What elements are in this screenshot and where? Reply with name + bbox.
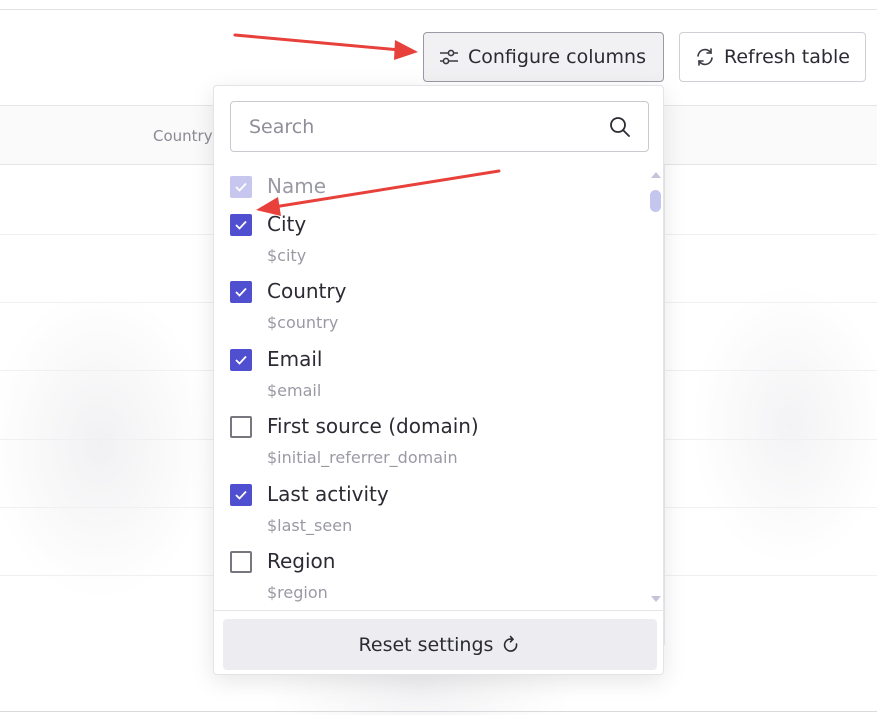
rotate-icon [504,635,518,652]
column-checkbox-first-source[interactable] [230,416,252,438]
scroll-up-arrow-icon[interactable] [651,172,661,178]
refresh-table-label: Refresh table [724,46,850,68]
column-item-first-source[interactable]: First source (domain) $initial_referrer_… [230,410,640,470]
column-label: First source (domain) [267,414,479,438]
refresh-icon [697,48,713,66]
column-checkbox-region[interactable] [230,551,252,573]
column-key: $initial_referrer_domain [267,448,458,467]
column-label: Email [267,347,323,371]
column-label: Name [267,174,327,198]
sliders-icon [440,49,458,65]
reset-settings-button[interactable]: Reset settings [223,619,657,670]
column-label: Country [267,279,347,303]
check-icon [235,490,247,500]
column-checkbox-last-activity[interactable] [230,484,252,506]
column-picker-dropdown: Name City $city Country $country Email $… [213,85,665,675]
scroll-thumb[interactable] [650,190,661,212]
column-key: $region [267,583,328,602]
search-input[interactable] [249,115,608,138]
column-key: $email [267,381,322,400]
search-box [230,101,649,152]
configure-columns-button[interactable]: Configure columns [423,32,664,82]
column-list: Name City $city Country $country Email $… [214,164,665,609]
column-item-last-activity[interactable]: Last activity $last_seen [230,478,640,538]
refresh-table-button[interactable]: Refresh table [679,32,866,82]
column-checkbox-country[interactable] [230,281,252,303]
check-icon [235,220,247,230]
scroll-down-arrow-icon[interactable] [651,596,661,602]
column-item-city[interactable]: City $city [230,208,640,268]
column-checkbox-city[interactable] [230,214,252,236]
column-item-email[interactable]: Email $email [230,343,640,403]
column-checkbox-name [230,176,252,198]
column-checkbox-email[interactable] [230,349,252,371]
check-icon [235,355,247,365]
dropdown-footer-divider [214,610,665,611]
bottom-divider [0,711,877,712]
column-item-country[interactable]: Country $country [230,275,640,335]
column-item-region[interactable]: Region $region [230,545,640,605]
column-list-scrollbar[interactable] [650,172,662,604]
column-label: Last activity [267,482,389,506]
column-label: City [267,212,307,236]
top-divider [0,9,877,10]
arrow-to-configure-icon [233,33,418,60]
column-label: Region [267,549,336,573]
column-key: $city [267,246,307,265]
check-icon [235,287,247,297]
check-icon [235,182,247,192]
search-icon[interactable] [608,115,632,139]
table-header-country[interactable]: Country [153,127,213,145]
column-key: $last_seen [267,516,353,535]
configure-columns-label: Configure columns [468,46,646,68]
column-key: $country [267,313,339,332]
reset-settings-label: Reset settings [358,633,494,656]
